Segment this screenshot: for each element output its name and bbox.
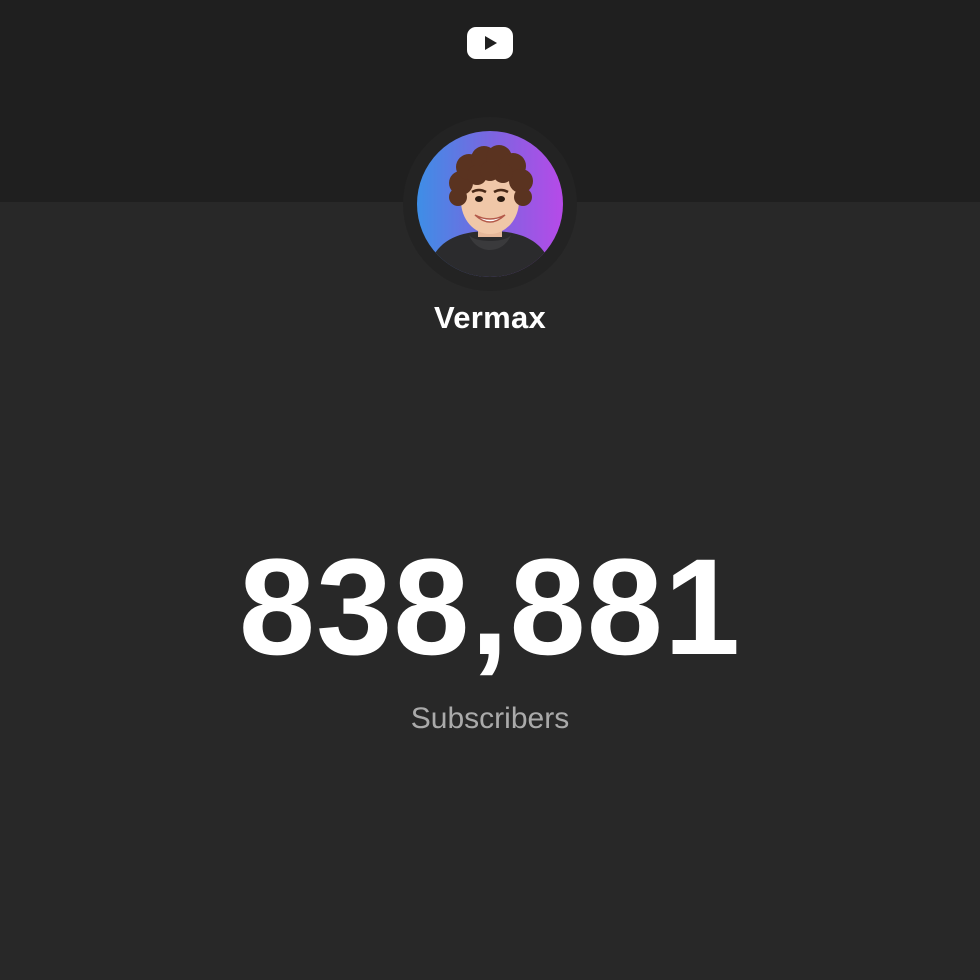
youtube-logo-icon xyxy=(467,27,513,59)
subscriber-count: 838,881 xyxy=(238,531,742,684)
subscriber-counter-page: Vermax 838,881 Subscribers xyxy=(0,0,980,980)
channel-name[interactable]: Vermax xyxy=(0,300,980,336)
channel-avatar[interactable] xyxy=(417,131,563,277)
subscriber-label: Subscribers xyxy=(410,702,570,735)
